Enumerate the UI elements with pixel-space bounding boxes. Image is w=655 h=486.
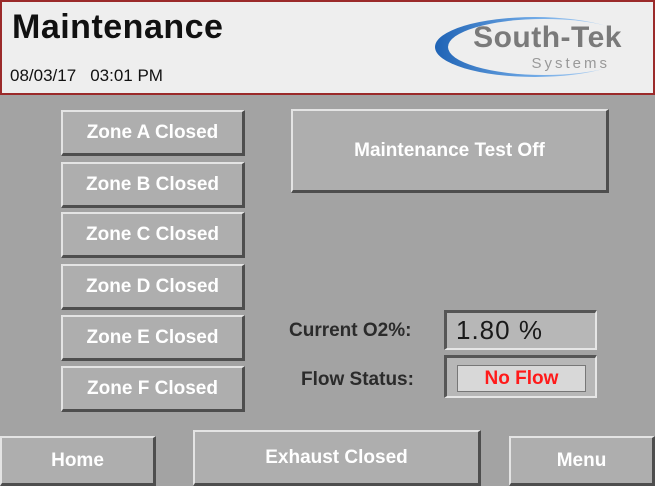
maintenance-test-button[interactable]: Maintenance Test Off	[291, 109, 609, 193]
exhaust-button[interactable]: Exhaust Closed	[193, 430, 481, 486]
menu-button[interactable]: Menu	[509, 436, 655, 486]
zone-f-button[interactable]: Zone F Closed	[61, 366, 245, 412]
zone-a-button[interactable]: Zone A Closed	[61, 110, 245, 156]
flow-status-box: No Flow	[457, 365, 586, 392]
current-o2-label: Current O2%:	[289, 320, 412, 341]
date-time-display: 08/03/17 03:01 PM	[10, 66, 163, 86]
company-logo: South-Tek Systems	[432, 15, 644, 79]
header-bar: Maintenance 08/03/17 03:01 PM South-Tek S…	[0, 0, 655, 95]
time-text: 03:01 PM	[90, 66, 163, 85]
zone-c-button[interactable]: Zone C Closed	[61, 212, 245, 258]
home-button[interactable]: Home	[0, 436, 156, 486]
current-o2-value: 1.80 %	[456, 315, 543, 345]
date-text: 08/03/17	[10, 66, 77, 85]
page-title: Maintenance	[12, 8, 224, 46]
logo-subtitle: Systems	[531, 55, 610, 72]
flow-status-label: Flow Status:	[301, 369, 414, 390]
flow-status-value: No Flow	[484, 367, 559, 389]
zone-b-button[interactable]: Zone B Closed	[61, 162, 245, 208]
logo-name: South-Tek	[473, 21, 622, 54]
zone-e-button[interactable]: Zone E Closed	[61, 315, 245, 361]
current-o2-display: 1.80 %	[444, 310, 597, 350]
zone-d-button[interactable]: Zone D Closed	[61, 264, 245, 310]
flow-status-display: No Flow	[444, 355, 597, 398]
